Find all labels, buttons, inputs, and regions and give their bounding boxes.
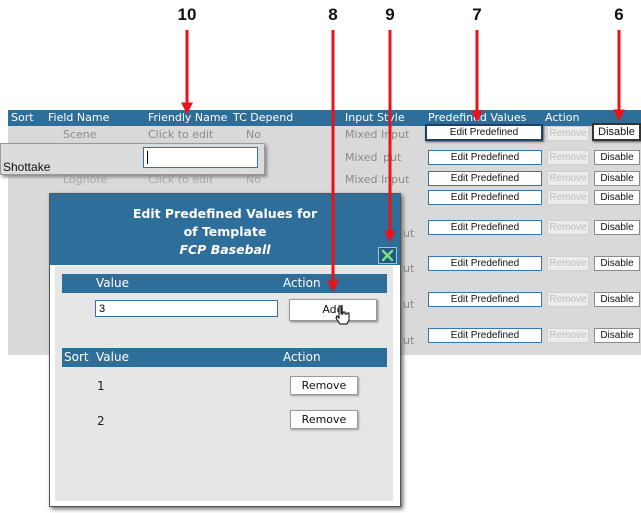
row-input-style: ut <box>403 227 415 240</box>
edit-predefined-button[interactable]: Edit Predefined <box>428 328 542 343</box>
edit-predefined-button[interactable]: Edit Predefined <box>428 256 542 271</box>
remove-button[interactable]: Remove <box>547 190 589 205</box>
disable-button[interactable]: Disable <box>594 328 640 343</box>
remove-button[interactable]: Remove <box>547 292 589 307</box>
callout-10: 10 <box>177 5 197 24</box>
header-field-name: Field Name <box>48 111 110 124</box>
edit-predefined-button[interactable]: Edit Predefined <box>428 171 542 186</box>
remove-button[interactable]: Remove <box>547 150 589 165</box>
row-tc-depend: No <box>246 128 261 141</box>
disable-button[interactable]: Disable <box>594 171 640 186</box>
remove-button[interactable]: Remove <box>547 126 589 141</box>
dialog-title-line2: of Template <box>183 224 267 239</box>
list-value-header: Value <box>96 350 129 364</box>
row-input-style: ut <box>403 334 415 347</box>
disable-button[interactable]: Disable <box>594 190 640 205</box>
friendly-name-input[interactable] <box>143 147 258 168</box>
header-input-style: Input Style <box>345 111 405 124</box>
header-predefined-values: Predefined Values <box>428 111 527 124</box>
list-item-value: 1 <box>97 379 105 393</box>
row-input-style: ut <box>403 298 415 311</box>
dialog-template-name: FCP Baseball <box>179 242 271 257</box>
row-input-style: ut <box>403 262 415 275</box>
header-tc-depend: TC Depend <box>233 111 294 124</box>
edit-predefined-button[interactable]: Edit Predefined <box>428 220 542 235</box>
text-caret <box>147 151 148 164</box>
remove-button[interactable]: Remove <box>547 171 589 186</box>
row-input-style: Mixed Input <box>345 128 410 141</box>
list-action-header: Action <box>283 350 321 364</box>
remove-value-button[interactable]: Remove <box>290 376 358 395</box>
row-input-style-tail: put <box>383 151 402 164</box>
edit-predefined-button[interactable]: Edit Predefined <box>428 292 542 307</box>
add-button[interactable]: Add <box>289 299 377 321</box>
close-icon <box>381 249 394 262</box>
disable-button[interactable]: Disable <box>594 150 640 165</box>
disable-button[interactable]: Disable <box>594 292 640 307</box>
header-friendly-name: Friendly Name <box>148 111 228 124</box>
row-input-style: Mixed Input <box>345 173 410 186</box>
edit-predefined-button[interactable]: Edit Predefined <box>428 150 542 165</box>
remove-button[interactable]: Remove <box>547 256 589 271</box>
row-input-style: Mixed Input <box>345 151 381 164</box>
row-field-name: Scene <box>63 128 97 141</box>
remove-button[interactable]: Remove <box>547 220 589 235</box>
disable-button[interactable]: Disable <box>594 220 640 235</box>
edit-predefined-button[interactable]: Edit Predefined <box>425 124 543 141</box>
row-friendly-name[interactable]: Click to edit <box>148 128 213 141</box>
dialog-close-button[interactable] <box>378 247 397 264</box>
remove-value-button[interactable]: Remove <box>290 410 358 429</box>
list-sort-header: Sort <box>64 350 89 364</box>
callout-9: 9 <box>385 5 395 24</box>
list-item-value: 2 <box>97 414 105 428</box>
new-value-input[interactable] <box>95 300 278 317</box>
callout-7: 7 <box>472 5 482 24</box>
callout-8: 8 <box>328 5 338 24</box>
disable-button[interactable]: Disable <box>592 123 641 141</box>
header-action: Action <box>545 111 580 124</box>
popup-field-label: Shottake <box>3 160 51 174</box>
remove-button[interactable]: Remove <box>547 328 589 343</box>
header-sort: Sort <box>11 111 34 124</box>
edit-predefined-button[interactable]: Edit Predefined <box>428 190 542 205</box>
callout-6: 6 <box>614 5 624 24</box>
action-column-header: Action <box>283 276 321 290</box>
dialog-title-line1: Edit Predefined Values for <box>132 206 318 221</box>
disable-button[interactable]: Disable <box>594 256 640 271</box>
value-column-header: Value <box>96 276 129 290</box>
